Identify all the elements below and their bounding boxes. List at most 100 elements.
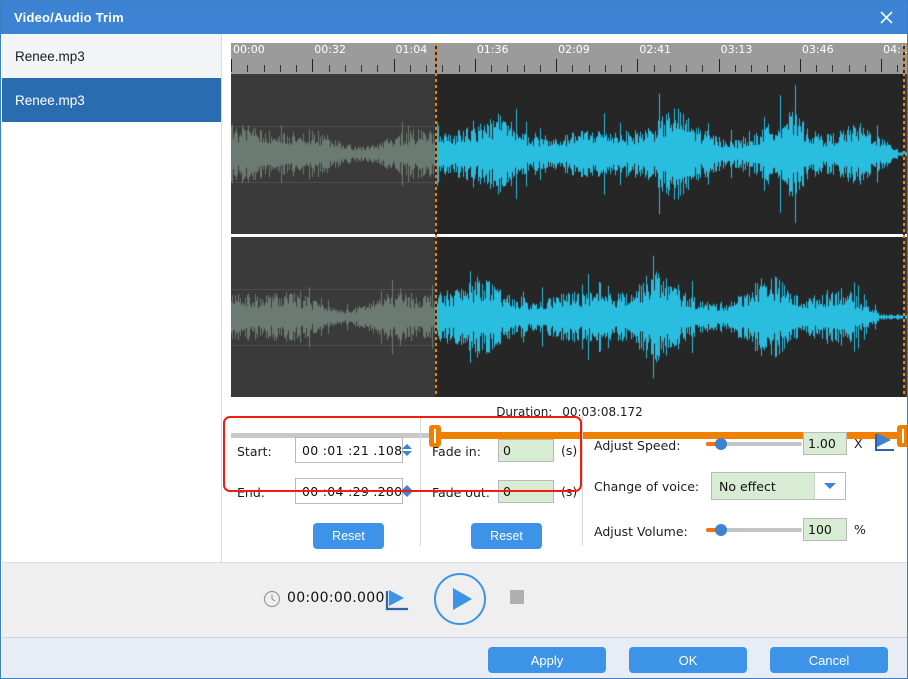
controls-divider	[420, 416, 421, 546]
volume-slider[interactable]	[706, 522, 802, 538]
speed-value-input[interactable]: 1.00	[803, 432, 847, 455]
dialog-footer: Apply OK Cancel	[2, 637, 907, 678]
sidebar-item-file-1[interactable]: Renee.mp3	[2, 78, 221, 122]
ruler-minor-tick	[621, 65, 623, 72]
reset-fade-button[interactable]: Reset	[471, 523, 542, 549]
ruler-minor-tick	[409, 65, 411, 72]
chevron-up-icon[interactable]	[402, 485, 413, 490]
stop-button[interactable]	[510, 590, 524, 604]
start-stepper[interactable]	[402, 438, 413, 462]
sidebar-item-label: Renee.mp3	[15, 48, 85, 64]
sidebar-item-label: Renee.mp3	[15, 92, 85, 108]
fade-out-label: Fade out:	[432, 485, 490, 500]
end-time-value: 00 :04 :29 .280	[302, 483, 403, 499]
volume-label: Adjust Volume:	[594, 524, 688, 539]
ruler-tick-label: 00:32	[314, 43, 346, 56]
timeline-ruler[interactable]: 00:00 00:32 01:04 01:36 02:09 02:41 03:13 03:46…	[231, 43, 907, 74]
selection-end-marker[interactable]	[903, 43, 905, 397]
window-title: Video/Audio Trim	[14, 10, 124, 25]
ruler-minor-tick	[296, 65, 298, 72]
voice-effect-select[interactable]: No effect	[711, 472, 846, 500]
video-audio-trim-dialog: Video/Audio Trim Renee.mp3 Renee.mp3 00:…	[0, 0, 908, 679]
playhead-marker[interactable]	[435, 43, 437, 397]
ruler-minor-tick	[442, 65, 444, 72]
ruler-major-tick	[799, 59, 801, 72]
ruler-minor-tick	[816, 65, 818, 72]
ruler-minor-tick	[328, 65, 330, 72]
ruler-tick-label: 01:36	[476, 43, 509, 56]
waveform-channel-right[interactable]	[231, 237, 907, 397]
waveform-canvas-right	[231, 237, 907, 397]
waveform-canvas-left	[231, 74, 907, 234]
ruler-tick-label: 01:04	[395, 43, 428, 56]
current-time-display: 00:00:00.000	[287, 590, 385, 606]
ruler-minor-tick	[426, 65, 428, 72]
start-time-input[interactable]: 00 :01 :21 .108	[295, 437, 413, 463]
play-button[interactable]	[434, 573, 486, 625]
ruler-tick-label: 00:00	[233, 43, 265, 56]
ruler-minor-tick	[588, 65, 590, 72]
reset-trim-button[interactable]: Reset	[313, 523, 384, 549]
ruler-minor-tick	[686, 65, 688, 72]
ruler-minor-tick	[669, 65, 671, 72]
speed-unit: X	[854, 436, 863, 451]
title-bar: Video/Audio Trim	[1, 1, 907, 34]
ruler-minor-tick	[848, 65, 850, 72]
ruler-minor-tick	[572, 65, 574, 72]
controls-panel: Start: 00 :01 :21 .108 End: 00 :04 :29 .…	[223, 413, 907, 561]
ruler-minor-tick	[897, 65, 899, 72]
ruler-minor-tick	[507, 65, 509, 72]
cancel-button[interactable]: Cancel	[770, 647, 888, 673]
volume-unit: %	[854, 522, 866, 537]
ruler-minor-tick	[734, 65, 736, 72]
ruler-tick-label: 03:13	[720, 43, 753, 56]
ruler-major-tick	[881, 59, 883, 72]
close-icon[interactable]	[869, 4, 903, 31]
ruler-major-tick	[556, 59, 558, 72]
play-preview-icon[interactable]	[873, 431, 897, 453]
chevron-up-icon[interactable]	[402, 444, 413, 449]
fade-in-label: Fade in:	[432, 444, 481, 459]
chevron-down-icon[interactable]	[402, 492, 413, 497]
voice-label: Change of voice:	[594, 479, 700, 494]
ruler-minor-tick	[604, 65, 606, 72]
play-preview-icon[interactable]	[383, 587, 411, 618]
ruler-minor-tick	[344, 65, 346, 72]
chevron-down-icon[interactable]	[402, 451, 413, 456]
ruler-major-tick	[474, 59, 476, 72]
apply-button[interactable]: Apply	[488, 647, 606, 673]
ruler-minor-tick	[263, 65, 265, 72]
ruler-minor-tick	[539, 65, 541, 72]
waveform-area[interactable]: 00:00 00:32 01:04 01:36 02:09 02:41 03:13 03:46…	[231, 43, 907, 397]
waveform-channel-left[interactable]	[231, 74, 907, 234]
sidebar-item-file-0[interactable]: Renee.mp3	[2, 34, 221, 78]
speed-slider[interactable]	[706, 436, 802, 452]
ruler-tick-label: 02:09	[558, 43, 590, 56]
fade-out-input[interactable]: 0	[498, 480, 554, 503]
ruler-minor-tick	[832, 65, 834, 72]
ruler-minor-tick	[377, 65, 379, 72]
ruler-minor-tick	[523, 65, 525, 72]
slider-thumb[interactable]	[715, 438, 728, 450]
ruler-major-tick	[312, 59, 314, 72]
fade-in-input[interactable]: 0	[498, 439, 554, 462]
ruler-minor-tick	[279, 65, 281, 72]
end-label: End:	[237, 485, 265, 500]
start-label: Start:	[237, 444, 272, 459]
ok-button[interactable]: OK	[629, 647, 747, 673]
speed-label: Adjust Speed:	[594, 438, 681, 453]
chevron-down-icon[interactable]	[814, 473, 845, 499]
ruler-major-tick	[637, 59, 639, 72]
volume-value-input[interactable]: 100	[803, 518, 847, 541]
clock-icon[interactable]	[263, 590, 281, 613]
ruler-major-tick	[718, 59, 720, 72]
ruler-minor-tick	[767, 65, 769, 72]
fade-out-unit: (s)	[561, 484, 578, 499]
file-list-sidebar: Renee.mp3 Renee.mp3	[2, 34, 222, 562]
ruler-minor-tick	[783, 65, 785, 72]
end-time-input[interactable]: 00 :04 :29 .280	[295, 478, 413, 504]
ruler-minor-tick	[653, 65, 655, 72]
ruler-minor-tick	[491, 65, 493, 72]
slider-thumb[interactable]	[715, 524, 728, 536]
end-stepper[interactable]	[402, 479, 413, 503]
